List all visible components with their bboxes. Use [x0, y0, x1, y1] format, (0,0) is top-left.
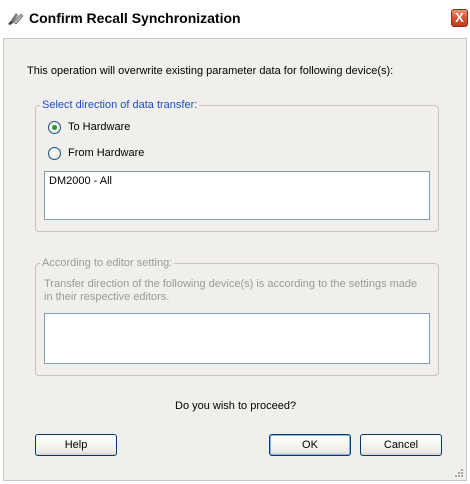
radio-from-hardware-label[interactable]: From Hardware	[68, 147, 144, 159]
direction-group-legend: Select direction of data transfer:	[40, 99, 200, 111]
dialog-body: This operation will overwrite existing p…	[3, 38, 467, 481]
editor-group-description-line1: Transfer direction of the following devi…	[44, 278, 418, 290]
ok-button[interactable]: OK	[269, 434, 351, 456]
sync-app-icon	[8, 13, 24, 25]
radio-to-hardware-label[interactable]: To Hardware	[68, 121, 130, 133]
resize-grip-icon[interactable]	[454, 468, 464, 478]
radio-from-hardware[interactable]	[48, 147, 61, 160]
direction-device-list[interactable]: DM2000 - All	[44, 171, 430, 220]
close-icon: X	[455, 10, 464, 25]
warning-message: This operation will overwrite existing p…	[27, 65, 394, 77]
radio-to-hardware[interactable]	[48, 121, 61, 134]
help-button[interactable]: Help	[35, 434, 117, 456]
cancel-button[interactable]: Cancel	[360, 434, 442, 456]
dialog-window: Confirm Recall Synchronization X This op…	[0, 0, 470, 484]
proceed-prompt: Do you wish to proceed?	[175, 400, 297, 412]
close-button[interactable]: X	[451, 9, 468, 27]
editor-setting-group: According to editor setting: Transfer di…	[35, 257, 439, 376]
window-title: Confirm Recall Synchronization	[29, 10, 241, 26]
direction-group: Select direction of data transfer: To Ha…	[35, 99, 439, 232]
title-bar[interactable]: Confirm Recall Synchronization X	[0, 0, 470, 38]
list-item[interactable]: DM2000 - All	[49, 175, 112, 187]
editor-group-legend: According to editor setting:	[40, 257, 175, 269]
editor-group-description-line2: in their respective editors.	[44, 291, 170, 303]
radio-selected-dot	[52, 125, 57, 130]
editor-device-list[interactable]	[44, 313, 430, 364]
